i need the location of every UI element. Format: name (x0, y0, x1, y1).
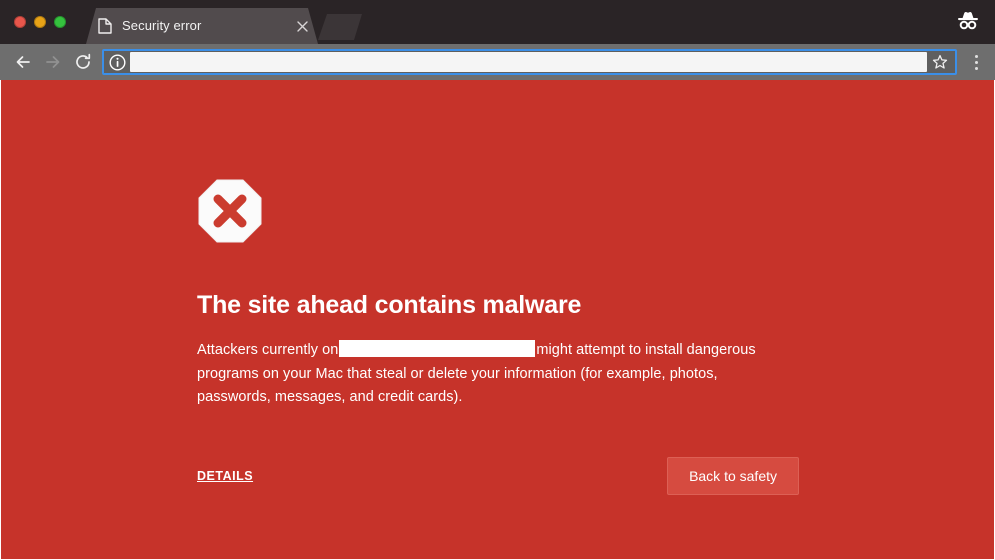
screenshot-root: Security error The site ahead contains m… (0, 0, 995, 560)
tab-strip: Security error (0, 0, 995, 44)
browser-toolbar (0, 44, 995, 80)
browser-window: Security error The site ahead contains m… (0, 0, 995, 560)
interstitial-content: The site ahead contains malware Attacker… (197, 178, 797, 410)
incognito-icon (951, 7, 985, 35)
window-minimize-button[interactable] (34, 16, 46, 28)
safe-browsing-interstitial: The site ahead contains malware Attacker… (0, 80, 995, 560)
menu-dot (974, 60, 978, 64)
back-arrow-icon[interactable] (8, 47, 38, 77)
details-button[interactable]: DETAILS (197, 469, 253, 483)
close-icon[interactable] (294, 18, 310, 34)
tab-security-error[interactable]: Security error (86, 8, 318, 44)
interstitial-actions: DETAILS Back to safety (197, 457, 799, 495)
redacted-site-name (339, 340, 536, 357)
star-icon[interactable] (931, 53, 949, 71)
octagon-x-malware-icon (197, 178, 263, 244)
reload-icon[interactable] (68, 47, 98, 77)
warning-description: Attackers currently on might attempt to i… (197, 339, 782, 410)
window-zoom-button[interactable] (54, 16, 66, 28)
new-tab-button[interactable] (318, 14, 362, 40)
menu-dot (974, 66, 978, 70)
address-bar-input[interactable] (130, 52, 927, 72)
window-traffic-lights (14, 16, 66, 28)
tab-title: Security error (122, 18, 202, 33)
back-to-safety-button[interactable]: Back to safety (667, 457, 799, 495)
warning-description-prefix: Attackers currently on (197, 342, 339, 358)
menu-dot (974, 54, 978, 58)
page-document-icon (98, 18, 112, 34)
window-close-button[interactable] (14, 16, 26, 28)
info-circle-icon[interactable] (108, 53, 126, 71)
forward-arrow-icon (38, 47, 68, 77)
page-title: The site ahead contains malware (197, 291, 582, 319)
address-bar[interactable] (102, 49, 957, 75)
three-dot-menu-icon[interactable] (963, 47, 989, 77)
